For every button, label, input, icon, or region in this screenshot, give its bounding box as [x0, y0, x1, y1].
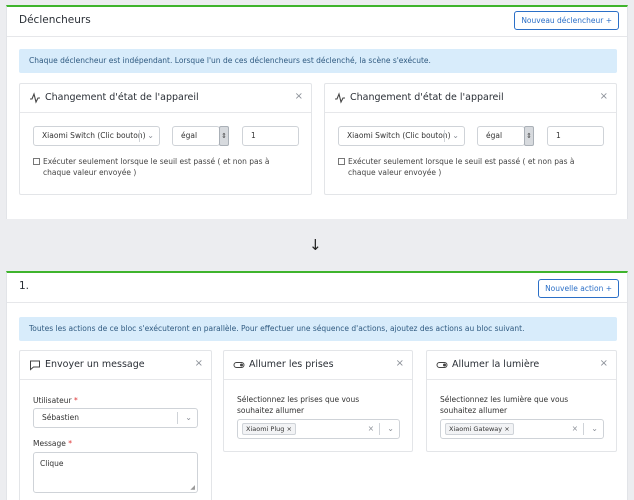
- user-select[interactable]: Sébastien ⌄: [33, 408, 198, 428]
- close-icon[interactable]: ×: [195, 358, 203, 369]
- threshold-input[interactable]: 1: [242, 126, 299, 146]
- device-select[interactable]: Xiaomi Switch (Clic bouton) ⌄: [338, 126, 465, 146]
- lights-select-label: Sélectionnez les lumière que vous souhai…: [440, 395, 569, 415]
- resize-handle-icon[interactable]: ◢: [190, 484, 195, 491]
- remove-tag-icon[interactable]: ×: [504, 425, 509, 433]
- user-label: Utilisateur *: [33, 396, 78, 405]
- device-select[interactable]: Xiaomi Switch (Clic bouton) ⌄: [33, 126, 160, 146]
- operator-stepper[interactable]: ⇕: [524, 126, 534, 146]
- operator-select[interactable]: égal: [477, 126, 525, 146]
- new-action-button[interactable]: Nouvelle action +: [538, 279, 619, 298]
- message-textarea[interactable]: Clique ◢: [33, 452, 198, 493]
- operator-stepper[interactable]: ⇕: [219, 126, 229, 146]
- action-title: Allumer la lumière: [452, 359, 540, 370]
- message-label: Message *: [33, 439, 73, 448]
- turn-on-plugs-box: Allumer les prises × Sélectionnez les pr…: [223, 350, 413, 452]
- threshold-input[interactable]: 1: [547, 126, 604, 146]
- selected-tag: Xiaomi Plug ×: [242, 423, 296, 435]
- selected-tag: Xiaomi Gateway ×: [445, 423, 514, 435]
- arrow-down-icon: ↓: [309, 236, 322, 254]
- turn-on-light-box: Allumer la lumière × Sélectionnez les lu…: [426, 350, 617, 452]
- clear-icon[interactable]: ×: [368, 420, 374, 438]
- close-icon[interactable]: ×: [396, 358, 404, 369]
- message-icon: [30, 360, 40, 371]
- trigger-title: Changement d'état de l'appareil: [45, 92, 199, 103]
- chevron-down-icon: ⌄: [591, 424, 598, 433]
- action-title: Envoyer un message: [45, 359, 145, 370]
- chevron-down-icon: ⌄: [147, 131, 154, 140]
- chevron-down-icon: ⌄: [452, 131, 459, 140]
- chevron-down-icon: ⌄: [185, 413, 192, 422]
- actions-card: 1. Nouvelle action + Toutes les actions …: [6, 271, 628, 500]
- threshold-checkbox[interactable]: Exécuter seulement lorsque le seuil est …: [338, 156, 598, 178]
- toggle-icon: [436, 362, 448, 368]
- trigger-box-1: Changement d'état de l'appareil × Xiaomi…: [19, 83, 312, 195]
- lights-multiselect[interactable]: Xiaomi Gateway × × ⌄: [440, 419, 604, 439]
- triggers-info-banner: Chaque déclencheur est indépendant. Lors…: [19, 49, 617, 73]
- triggers-title: Déclencheurs: [19, 14, 91, 26]
- triggers-card: Déclencheurs Nouveau déclencheur + Chaqu…: [6, 5, 628, 219]
- action-title: Allumer les prises: [249, 359, 334, 370]
- activity-icon: [335, 92, 345, 104]
- operator-select[interactable]: égal: [172, 126, 220, 146]
- plugs-multiselect[interactable]: Xiaomi Plug × × ⌄: [237, 419, 400, 439]
- trigger-box-2: Changement d'état de l'appareil × Xiaomi…: [324, 83, 617, 195]
- actions-header: 1. Nouvelle action +: [7, 273, 627, 303]
- plugs-select-label: Sélectionnez les prises que vous souhait…: [237, 395, 360, 415]
- chevron-down-icon: ⌄: [387, 424, 394, 433]
- actions-block-number: 1.: [19, 280, 30, 292]
- close-icon[interactable]: ×: [295, 91, 303, 102]
- trigger-title: Changement d'état de l'appareil: [350, 92, 504, 103]
- close-icon[interactable]: ×: [600, 91, 608, 102]
- toggle-icon: [233, 362, 245, 368]
- checkbox-icon[interactable]: [338, 158, 345, 165]
- close-icon[interactable]: ×: [600, 358, 608, 369]
- clear-icon[interactable]: ×: [572, 420, 578, 438]
- activity-icon: [30, 92, 40, 104]
- actions-info-banner: Toutes les actions de ce bloc s'exécuter…: [19, 317, 617, 341]
- triggers-header: Déclencheurs Nouveau déclencheur +: [7, 7, 627, 37]
- checkbox-icon[interactable]: [33, 158, 40, 165]
- remove-tag-icon[interactable]: ×: [286, 425, 291, 433]
- send-message-box: Envoyer un message × Utilisateur * Sébas…: [19, 350, 212, 500]
- threshold-checkbox[interactable]: Exécuter seulement lorsque le seuil est …: [33, 156, 293, 178]
- new-trigger-button[interactable]: Nouveau déclencheur +: [514, 11, 619, 30]
